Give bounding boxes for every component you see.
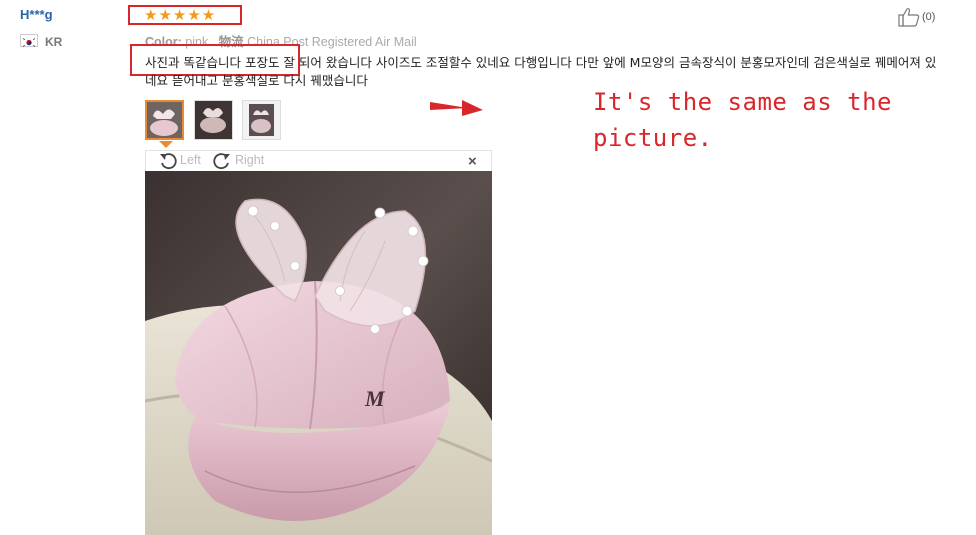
svg-text:M: M — [364, 386, 386, 411]
reviewer-name[interactable]: H***g — [20, 7, 53, 22]
review-thumbnail[interactable] — [145, 100, 184, 140]
review-thumbnail[interactable] — [194, 100, 233, 140]
annotation-line-1: It's the same as the — [593, 88, 892, 116]
rotate-left-icon[interactable] — [159, 152, 177, 170]
rotate-right-icon[interactable] — [213, 152, 231, 170]
reviewer-country: KR — [45, 35, 63, 49]
active-thumbnail-caret — [159, 141, 173, 148]
korea-flag-icon — [20, 34, 38, 47]
star-rating: ★★★★★ — [144, 6, 217, 24]
helpful-count: (0) — [922, 11, 936, 23]
close-viewer-button[interactable]: × — [468, 153, 477, 170]
thumbs-up-icon[interactable] — [898, 7, 920, 27]
review-thumbnail[interactable] — [242, 100, 281, 140]
review-text: 사진과 똑같습니다 포장도 잘 되어 왔습니다 사이즈도 조절할수 있네요 다행… — [145, 55, 937, 88]
arrow-icon — [430, 100, 483, 116]
annotation-line-2: picture. — [593, 124, 713, 152]
review-photo: M — [145, 171, 492, 535]
rotate-left-button[interactable]: Left — [180, 153, 201, 167]
rotate-right-button[interactable]: Right — [235, 153, 264, 167]
